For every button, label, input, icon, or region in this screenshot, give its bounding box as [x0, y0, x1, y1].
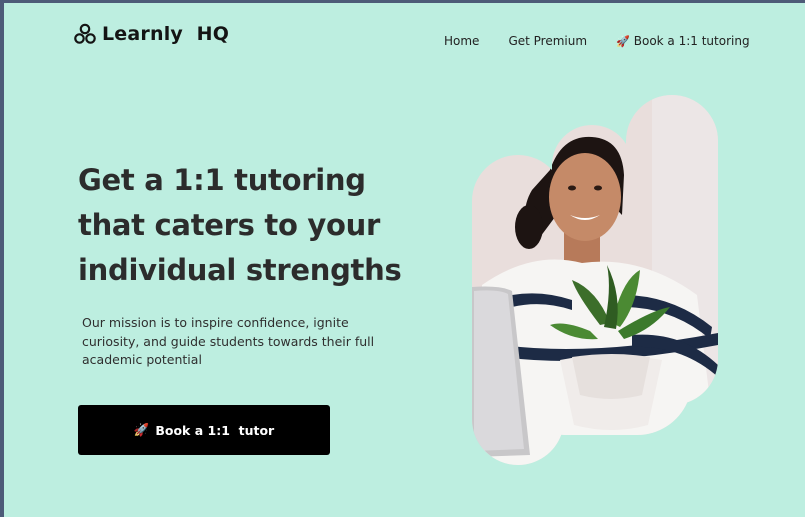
top-nav: Home Get Premium 🚀 Book a 1:1 tutoring: [444, 34, 750, 48]
rocket-icon: 🚀: [133, 422, 150, 437]
nav-book-label: Book a 1:1 tutoring: [633, 34, 750, 48]
brand-name: Learnly HQ: [102, 23, 230, 45]
nav-home-link[interactable]: Home: [444, 34, 479, 48]
mission-statement: Our mission is to inspire confidence, ig…: [82, 315, 375, 367]
nav-premium-link[interactable]: Get Premium: [508, 34, 587, 48]
student-photo-illustration: [472, 95, 718, 465]
hero-photo: [472, 95, 718, 465]
book-tutor-button[interactable]: 🚀 Book a 1:1 tutor: [78, 405, 330, 455]
three-circles-logo-icon: [74, 23, 96, 44]
rocket-icon: 🚀: [616, 34, 630, 48]
brand-logo[interactable]: Learnly HQ: [74, 23, 229, 45]
landing-page: Learnly HQ Home Get Premium 🚀 Book a 1:1…: [4, 3, 805, 517]
hero-headline: Get a 1:1 tutoring that caters to your i…: [78, 163, 402, 287]
nav-book-tutoring-link[interactable]: 🚀 Book a 1:1 tutoring: [616, 34, 750, 48]
book-tutor-label: Book a 1:1 tutor: [155, 422, 275, 438]
